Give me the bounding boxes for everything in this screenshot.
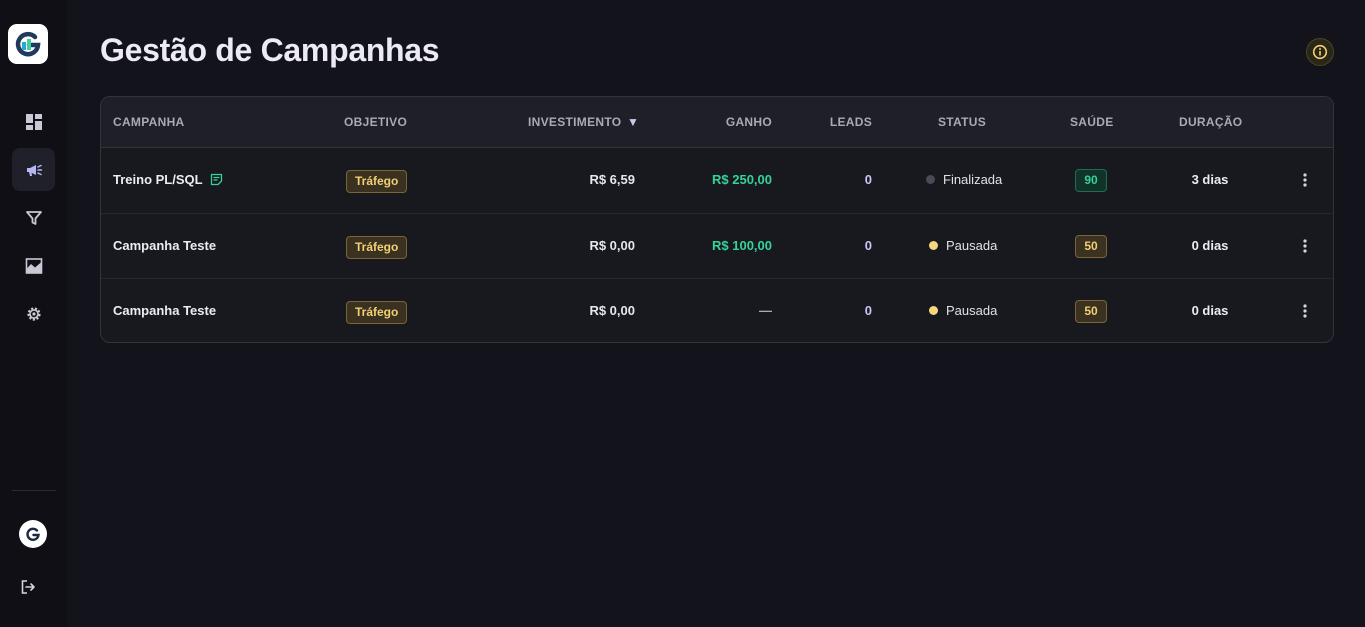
sidebar-item-campaigns[interactable] xyxy=(12,148,55,191)
sidebar-item-funnel[interactable] xyxy=(12,196,55,239)
g-logo-icon[interactable] xyxy=(8,24,48,64)
campaigns-table: CAMPANHA OBJETIVO INVESTIMENTO ▼ GANHO L… xyxy=(100,96,1334,343)
campaign-name[interactable]: Treino PL/SQL xyxy=(113,172,223,187)
health-badge: 50 xyxy=(1075,235,1107,258)
duration-value: 0 dias xyxy=(1191,303,1229,318)
header-saude[interactable]: SAÚDE xyxy=(1070,115,1114,129)
header-campanha[interactable]: CAMPANHA xyxy=(113,115,185,129)
duration-value: 3 dias xyxy=(1191,172,1229,187)
kebab-menu-icon xyxy=(1303,304,1307,318)
investment-value: R$ 0,00 xyxy=(589,303,635,318)
leads-value: 0 xyxy=(864,303,872,318)
table-row[interactable]: Treino PL/SQL Tráfego R$ 6,59 R$ 250,00 … xyxy=(101,148,1333,213)
row-menu-button[interactable] xyxy=(1296,297,1314,325)
health-badge: 50 xyxy=(1075,300,1107,323)
header-investimento[interactable]: INVESTIMENTO ▼ xyxy=(528,115,639,129)
kebab-menu-icon xyxy=(1303,239,1307,253)
leads-value: 0 xyxy=(864,238,872,253)
sort-desc-icon: ▼ xyxy=(627,115,640,129)
kebab-menu-icon xyxy=(1303,173,1307,187)
chart-area-icon xyxy=(25,257,42,274)
status-indicator: Finalizada xyxy=(926,172,1002,187)
page-title: Gestão de Campanhas xyxy=(100,32,440,68)
sidebar-item-settings[interactable] xyxy=(12,292,55,335)
g-avatar-icon[interactable] xyxy=(19,520,47,548)
investment-value: R$ 6,59 xyxy=(589,172,635,187)
gain-value: — xyxy=(759,303,772,318)
status-dot xyxy=(929,241,938,250)
status-label: Pausada xyxy=(946,238,998,253)
health-badge: 90 xyxy=(1075,169,1107,192)
table-row[interactable]: Campanha Teste Tráfego R$ 0,00 — 0 Pausa… xyxy=(101,278,1333,342)
header-status[interactable]: STATUS xyxy=(938,115,986,129)
status-indicator: Pausada xyxy=(929,238,997,253)
row-menu-button[interactable] xyxy=(1296,166,1314,194)
filter-icon xyxy=(25,210,42,225)
header-leads[interactable]: LEADS xyxy=(830,115,872,129)
info-icon xyxy=(1312,44,1328,60)
sidebar-divider xyxy=(12,490,56,491)
duration-value: 0 dias xyxy=(1191,238,1229,253)
campaign-name[interactable]: Campanha Teste xyxy=(113,303,216,318)
sidebar-item-dashboard[interactable] xyxy=(12,100,55,143)
status-label: Pausada xyxy=(946,303,998,318)
investment-value: R$ 0,00 xyxy=(589,238,635,253)
status-dot xyxy=(929,306,938,315)
dashboard-icon xyxy=(25,113,42,130)
objective-badge: Tráfego xyxy=(346,301,408,324)
info-button[interactable] xyxy=(1306,38,1334,66)
logout-icon[interactable] xyxy=(17,576,39,598)
objective-badge: Tráfego xyxy=(346,170,408,193)
table-row[interactable]: Campanha Teste Tráfego R$ 0,00 R$ 100,00… xyxy=(101,213,1333,278)
header-objetivo[interactable]: OBJETIVO xyxy=(344,115,407,129)
objective-badge: Tráfego xyxy=(346,236,408,259)
gear-icon xyxy=(26,306,41,321)
header-ganho[interactable]: GANHO xyxy=(726,115,772,129)
gain-value: R$ 250,00 xyxy=(712,172,772,187)
header-duracao[interactable]: DURAÇÃO xyxy=(1179,115,1242,129)
sidebar-item-reports[interactable] xyxy=(12,244,55,287)
status-dot xyxy=(926,175,935,184)
header-investimento-label: INVESTIMENTO xyxy=(528,115,622,129)
campaign-name[interactable]: Campanha Teste xyxy=(113,238,216,253)
row-menu-button[interactable] xyxy=(1296,232,1314,260)
gain-value: R$ 100,00 xyxy=(712,238,772,253)
leads-value: 0 xyxy=(864,172,872,187)
status-label: Finalizada xyxy=(943,172,1003,187)
note-icon[interactable] xyxy=(210,173,223,186)
status-indicator: Pausada xyxy=(929,303,997,318)
sidebar xyxy=(0,0,67,627)
megaphone-icon xyxy=(26,164,42,176)
table-header: CAMPANHA OBJETIVO INVESTIMENTO ▼ GANHO L… xyxy=(101,97,1333,148)
